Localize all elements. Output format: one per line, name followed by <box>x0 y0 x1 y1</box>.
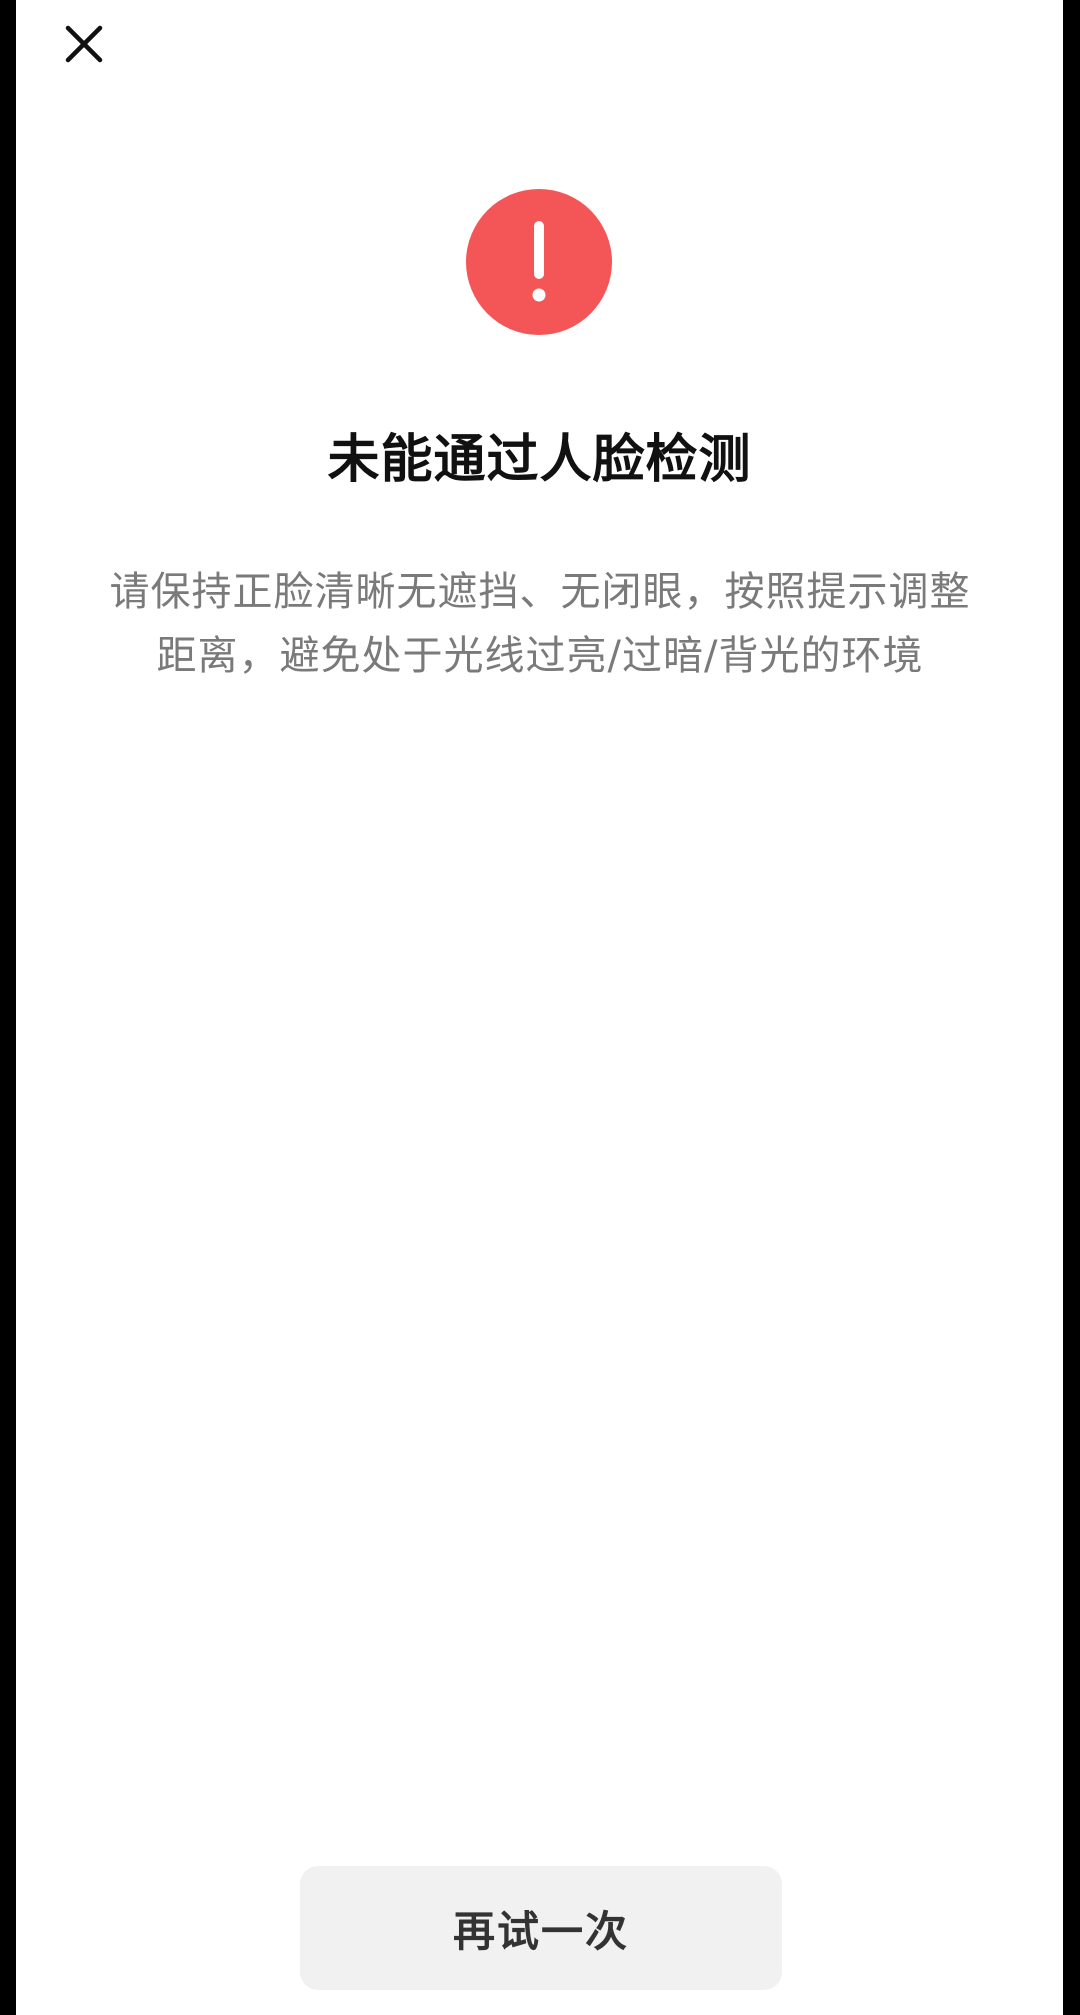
retry-button[interactable]: 再试一次 <box>300 1866 782 1990</box>
page-title: 未能通过人脸检测 <box>327 430 752 490</box>
face-verification-failed-screen: 未能通过人脸检测 请保持正脸清晰无遮挡、无闭眼，按照提示调整距离，避免处于光线过… <box>16 0 1063 2015</box>
close-icon <box>64 24 104 64</box>
status-description: 请保持正脸清晰无遮挡、无闭眼，按照提示调整距离，避免处于光线过亮/过暗/背光的环… <box>109 569 971 679</box>
close-button[interactable] <box>46 6 122 82</box>
exclamation-circle-icon <box>466 189 612 335</box>
